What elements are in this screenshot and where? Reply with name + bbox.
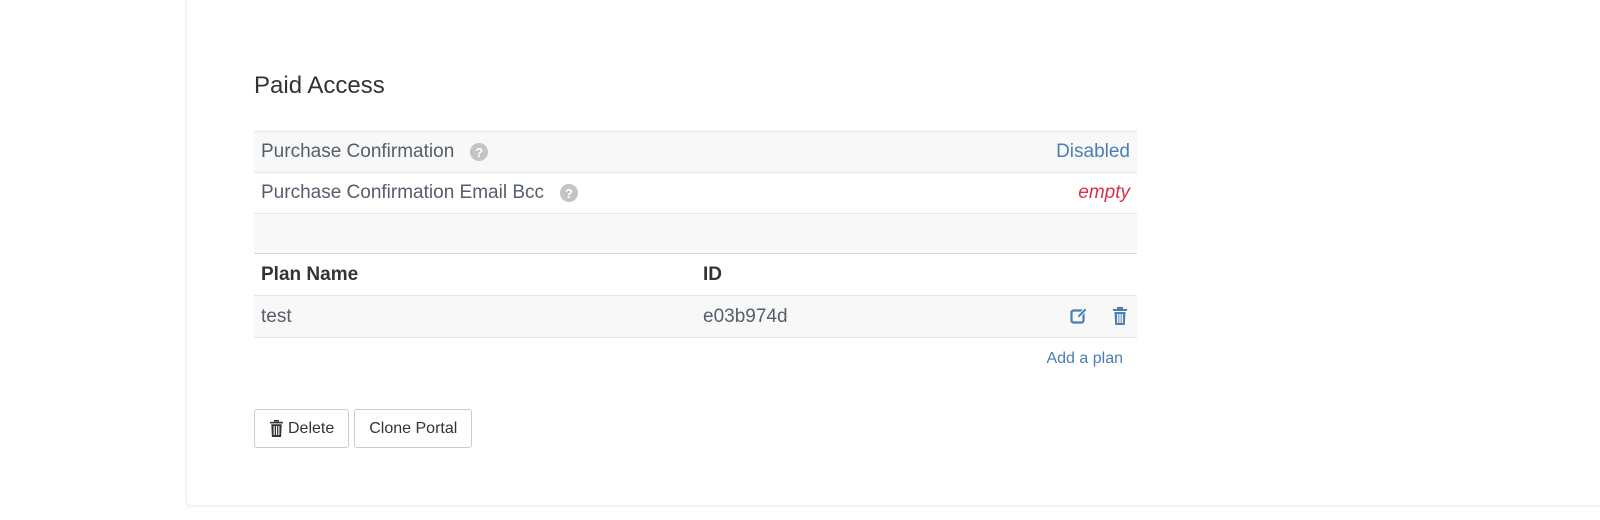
paid-access-settings: Purchase Confirmation ? Disabled Purchas… [254,131,1137,368]
plan-id-header: ID [703,263,722,285]
portal-actions: Delete Clone Portal [254,409,473,448]
add-plan-link[interactable]: Add a plan [1046,350,1123,367]
plans-table: Plan Name ID test e03b974d [254,254,1137,338]
table-row: test e03b974d [254,295,1137,338]
purchase-confirmation-value[interactable]: Disabled [1056,141,1130,163]
setting-label: Purchase Confirmation Email Bcc [261,182,544,203]
trash-icon[interactable] [1110,306,1130,326]
plan-actions [990,295,1137,338]
clone-portal-button[interactable]: Clone Portal [354,409,473,448]
help-icon[interactable]: ? [560,184,578,202]
section-title: Paid Access [254,72,385,99]
setting-row-purchase-confirmation: Purchase Confirmation ? Disabled [254,131,1137,172]
edit-icon[interactable] [1069,306,1089,326]
delete-button[interactable]: Delete [254,409,350,448]
trash-icon [270,420,283,437]
delete-button-label: Delete [288,419,335,437]
plan-name-cell: test [254,295,696,338]
help-icon[interactable]: ? [470,143,489,161]
email-bcc-value[interactable]: empty [1078,182,1130,204]
clone-portal-label: Clone Portal [369,419,458,437]
settings-spacer [254,213,1137,254]
setting-row-email-bcc: Purchase Confirmation Email Bcc ? empty [254,172,1137,213]
setting-label: Purchase Confirmation [261,141,455,162]
plan-name-header: Plan Name [261,263,359,285]
actions-header [990,254,1137,296]
plan-id-cell: e03b974d [696,295,990,338]
